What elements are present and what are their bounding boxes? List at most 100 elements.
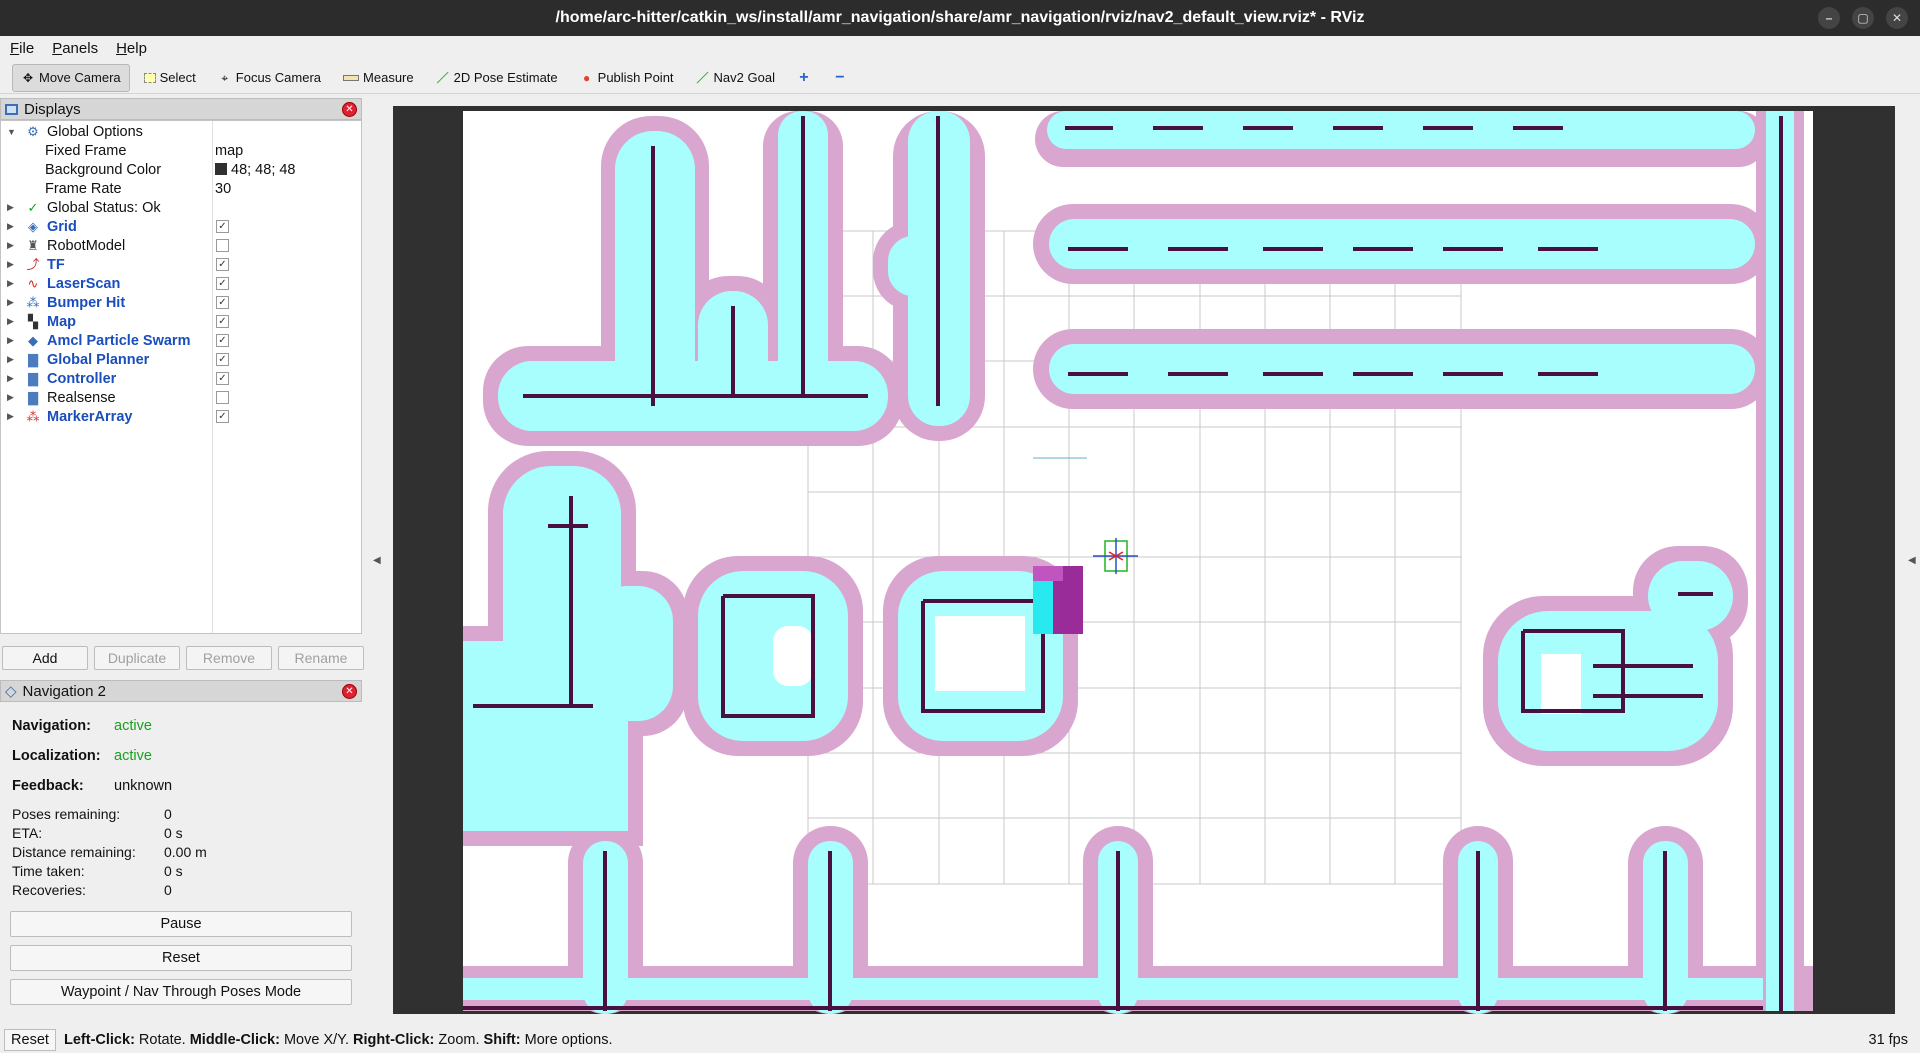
tree-row-grid[interactable]: ▶ ◈ Grid ✓ bbox=[1, 217, 361, 236]
expanded-arrow-icon[interactable]: ▼ bbox=[7, 127, 16, 137]
measure-tool[interactable]: Measure bbox=[335, 64, 422, 92]
background-color-value[interactable]: 48; 48; 48 bbox=[215, 162, 296, 178]
robotmodel-checkbox[interactable] bbox=[216, 239, 229, 252]
nav2-goal-tool[interactable]: ／ Nav2 Goal bbox=[688, 64, 783, 92]
realsense-label: Realsense bbox=[47, 389, 116, 406]
map-checkbox[interactable]: ✓ bbox=[216, 315, 229, 328]
stat-recoveries: Recoveries: 0 bbox=[12, 882, 172, 898]
tree-row-global-status[interactable]: ▶ ✓ Global Status: Ok bbox=[1, 198, 361, 217]
duplicate-button[interactable]: Duplicate bbox=[94, 646, 180, 670]
tree-row-amcl-particle-swarm[interactable]: ▶ ◆ Amcl Particle Swarm ✓ bbox=[1, 331, 361, 350]
tree-row-markerarray[interactable]: ▶ ⁂ MarkerArray ✓ bbox=[1, 407, 361, 426]
feedback-value: unknown bbox=[114, 778, 173, 794]
global-planner-checkbox[interactable]: ✓ bbox=[216, 353, 229, 366]
map-canvas[interactable] bbox=[393, 106, 1895, 1014]
tree-row-tf[interactable]: ▶ ⤴ TF ✓ bbox=[1, 255, 361, 274]
hint-key: Right-Click: bbox=[353, 1031, 435, 1048]
collapsed-arrow-icon[interactable]: ▶ bbox=[7, 202, 14, 213]
tree-row-realsense[interactable]: ▶ ▇ Realsense bbox=[1, 388, 361, 407]
collapse-right-icon[interactable]: ◀ bbox=[1908, 555, 1916, 566]
collapsed-arrow-icon[interactable]: ▶ bbox=[7, 221, 14, 232]
move-camera-tool[interactable]: ✥ Move Camera bbox=[12, 63, 130, 92]
remove-button[interactable]: Remove bbox=[186, 646, 272, 670]
close-nav2-icon[interactable]: ✕ bbox=[342, 684, 357, 699]
navigation-label: Navigation: bbox=[12, 718, 91, 734]
pose-estimate-tool[interactable]: ／ 2D Pose Estimate bbox=[428, 64, 566, 92]
stat-eta: ETA: 0 s bbox=[12, 825, 183, 841]
hint-key: Shift: bbox=[483, 1031, 521, 1048]
measure-label: Measure bbox=[363, 70, 414, 85]
navigation-status: Navigation: active bbox=[12, 718, 152, 734]
hint-text: Rotate. bbox=[134, 1031, 190, 1048]
tree-row-robotmodel[interactable]: ▶ ♜ RobotModel bbox=[1, 236, 361, 255]
tree-row-controller[interactable]: ▶ ▇ Controller ✓ bbox=[1, 369, 361, 388]
color-swatch bbox=[215, 162, 227, 175]
realsense-checkbox[interactable] bbox=[216, 391, 229, 404]
markerarray-checkbox[interactable]: ✓ bbox=[216, 410, 229, 423]
stat-key: Distance remaining: bbox=[12, 844, 136, 860]
collapsed-arrow-icon[interactable]: ▶ bbox=[7, 335, 14, 346]
laserscan-checkbox[interactable]: ✓ bbox=[216, 277, 229, 290]
view-reset-button[interactable]: Reset bbox=[4, 1028, 56, 1051]
select-tool[interactable]: Select bbox=[136, 64, 204, 92]
tree-row-global-options[interactable]: ▼ ⚙ Global Options bbox=[1, 122, 361, 141]
maximize-button[interactable]: ▢ bbox=[1852, 7, 1874, 29]
add-button[interactable]: Add bbox=[2, 646, 88, 670]
stat-value: 0.00 m bbox=[164, 844, 207, 860]
tree-row-frame-rate[interactable]: Frame Rate 30 bbox=[1, 179, 361, 198]
close-button[interactable]: ✕ bbox=[1886, 7, 1908, 29]
collapsed-arrow-icon[interactable]: ▶ bbox=[7, 297, 14, 308]
collapsed-arrow-icon[interactable]: ▶ bbox=[7, 259, 14, 270]
rename-button[interactable]: Rename bbox=[278, 646, 364, 670]
displays-panel-header: Displays ✕ bbox=[0, 98, 362, 120]
hint-key: Left-Click: bbox=[64, 1031, 135, 1048]
pose-estimate-icon: ／ bbox=[436, 70, 449, 85]
tf-label: TF bbox=[47, 256, 65, 273]
select-icon bbox=[143, 72, 156, 83]
map-icon: ▚ bbox=[28, 313, 38, 329]
fixed-frame-value[interactable]: map bbox=[215, 143, 243, 159]
fixed-frame-label: Fixed Frame bbox=[45, 142, 127, 159]
menu-panels[interactable]: Panels bbox=[52, 40, 98, 57]
focus-camera-tool[interactable]: ⌖ Focus Camera bbox=[210, 64, 329, 92]
amcl-particle-swarm-checkbox[interactable]: ✓ bbox=[216, 334, 229, 347]
menu-help[interactable]: Help bbox=[116, 40, 147, 57]
collapsed-arrow-icon[interactable]: ▶ bbox=[7, 278, 14, 289]
tf-icon: ⤴ bbox=[26, 256, 40, 272]
collapsed-arrow-icon[interactable]: ▶ bbox=[7, 392, 14, 403]
pause-button[interactable]: Pause bbox=[10, 911, 352, 937]
collapsed-arrow-icon[interactable]: ▶ bbox=[7, 373, 14, 384]
minimize-button[interactable]: – bbox=[1818, 7, 1840, 29]
collapsed-arrow-icon[interactable]: ▶ bbox=[7, 411, 14, 422]
tree-row-bumper-hit[interactable]: ▶ ⁂ Bumper Hit ✓ bbox=[1, 293, 361, 312]
collapsed-arrow-icon[interactable]: ▶ bbox=[7, 240, 14, 251]
collapsed-arrow-icon[interactable]: ▶ bbox=[7, 316, 14, 327]
bumper-hit-checkbox[interactable]: ✓ bbox=[216, 296, 229, 309]
remove-tool-button[interactable]: − bbox=[825, 64, 855, 92]
render-view[interactable] bbox=[393, 106, 1895, 1014]
background-color-text: 48; 48; 48 bbox=[231, 161, 296, 178]
focus-camera-label: Focus Camera bbox=[235, 70, 322, 85]
controller-checkbox[interactable]: ✓ bbox=[216, 372, 229, 385]
tree-row-global-planner[interactable]: ▶ ▇ Global Planner ✓ bbox=[1, 350, 361, 369]
hint-text: Move X/Y. bbox=[279, 1031, 354, 1048]
tree-row-map[interactable]: ▶ ▚ Map ✓ bbox=[1, 312, 361, 331]
stat-distance-remaining: Distance remaining: 0.00 m bbox=[12, 844, 207, 860]
tree-row-background-color[interactable]: Background Color 48; 48; 48 bbox=[1, 160, 361, 179]
menu-file[interactable]: File bbox=[10, 40, 34, 57]
hint-text: More options. bbox=[520, 1031, 613, 1048]
collapse-left-icon[interactable]: ◀ bbox=[373, 555, 381, 566]
nav-reset-button[interactable]: Reset bbox=[10, 945, 352, 971]
grid-checkbox[interactable]: ✓ bbox=[216, 220, 229, 233]
add-tool-button[interactable]: + bbox=[789, 64, 819, 92]
waypoint-mode-button[interactable]: Waypoint / Nav Through Poses Mode bbox=[10, 979, 352, 1005]
close-displays-icon[interactable]: ✕ bbox=[342, 102, 357, 117]
laser-scan-icon: ∿ bbox=[27, 275, 39, 291]
tf-checkbox[interactable]: ✓ bbox=[216, 258, 229, 271]
frame-rate-value[interactable]: 30 bbox=[215, 181, 231, 197]
tree-row-laserscan[interactable]: ▶ ∿ LaserScan ✓ bbox=[1, 274, 361, 293]
publish-point-tool[interactable]: ● Publish Point bbox=[572, 64, 682, 92]
collapsed-arrow-icon[interactable]: ▶ bbox=[7, 354, 14, 365]
tree-row-fixed-frame[interactable]: Fixed Frame map bbox=[1, 141, 361, 160]
stat-poses-remaining: Poses remaining: 0 bbox=[12, 806, 172, 822]
